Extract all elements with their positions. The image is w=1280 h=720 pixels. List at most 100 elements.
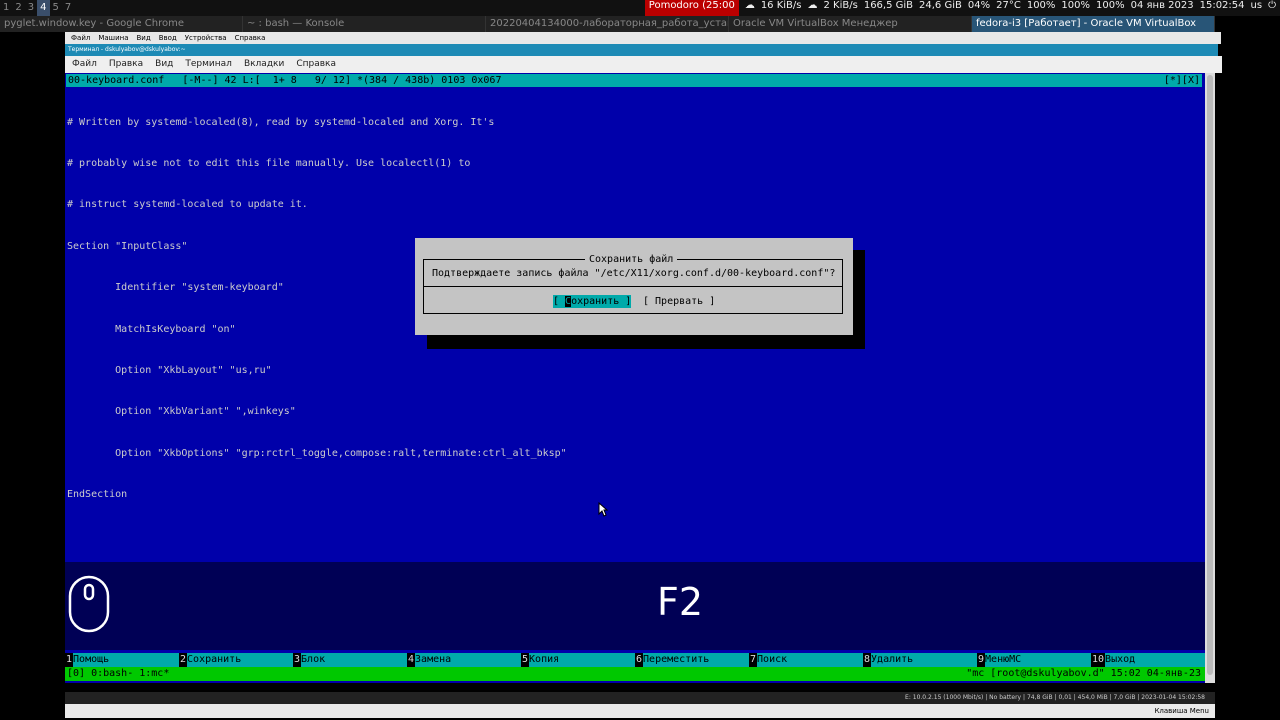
workspace-button[interactable]: 1 xyxy=(0,0,12,16)
status-blocks: Pomodoro (25:00 ☁ 16 KiB/s ☁ 2 KiB/s 166… xyxy=(644,0,1280,16)
disk1-value: 166,5 GiB xyxy=(863,0,914,11)
fkey-number: 8 xyxy=(863,653,872,667)
fkey-number: 3 xyxy=(293,653,302,667)
save-button[interactable]: [ Сохранить ] xyxy=(553,295,632,308)
fkey-number: 5 xyxy=(521,653,530,667)
file-line: Option "XkbVariant" ",winkeys" xyxy=(67,406,296,418)
save-button-bracket: [ xyxy=(553,296,566,307)
term-menu-terminal[interactable]: Терминал xyxy=(185,56,232,73)
mouse-pointer-icon xyxy=(598,502,608,517)
file-line: EndSection xyxy=(67,489,128,501)
fkey-number: 6 xyxy=(635,653,644,667)
net-up-icon: ☁ xyxy=(807,0,818,11)
temp-value: 27°C xyxy=(996,0,1021,11)
guest-status-bar: E: 10.0.2.15 (1000 Mbit/s) | No battery … xyxy=(65,692,1215,704)
fkey-label: Помощь xyxy=(73,653,179,667)
workspace-list: 123457 xyxy=(0,0,74,16)
fkey-number: 9 xyxy=(977,653,986,667)
power-icon[interactable]: ⏻ xyxy=(1268,0,1276,16)
fkey-menu[interactable]: 9 МенюMC xyxy=(977,653,1091,667)
tab-chrome[interactable]: pyglet.window.key - Google Chrome xyxy=(0,16,243,32)
volume-value: 100% xyxy=(1026,0,1056,11)
fkey-number: 7 xyxy=(749,653,758,667)
fkey-block[interactable]: 3 Блок xyxy=(293,653,407,667)
terminal-menubar: Файл Правка Вид Терминал Вкладки Справка xyxy=(65,56,1222,73)
dialog-message: Подтверждаете запись файла "/etc/X11/xor… xyxy=(432,268,836,279)
workspace-button[interactable]: 5 xyxy=(50,0,62,16)
fkey-label: Поиск xyxy=(757,653,863,667)
editor-status-line: 00-keyboard.conf [-M--] 42 L:[ 1+ 8 9/ 1… xyxy=(66,74,1202,87)
fkey-exit[interactable]: 10 Выход xyxy=(1091,653,1205,667)
fkey-move[interactable]: 6 Переместить xyxy=(635,653,749,667)
term-menu-tabs[interactable]: Вкладки xyxy=(244,56,284,73)
workspace-button[interactable]: 4 xyxy=(37,0,50,16)
cpu-value: 04% xyxy=(967,0,991,11)
vbox-menu-view[interactable]: Вид xyxy=(137,32,151,44)
workspace-button[interactable]: 7 xyxy=(62,0,74,16)
pressed-key-label: F2 xyxy=(656,580,704,624)
term-menu-help[interactable]: Справка xyxy=(296,56,336,73)
disk2-value: 24,6 GiB xyxy=(919,0,962,11)
mouse-icon xyxy=(68,575,110,633)
scrollbar-thumb[interactable] xyxy=(1207,75,1213,675)
fkey-number: 1 xyxy=(65,653,74,667)
clock-value: 15:02:54 xyxy=(1199,0,1245,11)
fkey-label: Копия xyxy=(529,653,635,667)
fkey-number: 2 xyxy=(179,653,188,667)
dialog-divider xyxy=(423,286,843,287)
dialog-title: Сохранить файл xyxy=(585,253,678,266)
tmux-status-bar: [0] 0:bash- 1:mc* "mc [root@dskulyabov.d… xyxy=(65,667,1205,681)
fkey-number: 4 xyxy=(407,653,416,667)
workspace-button[interactable]: 2 xyxy=(12,0,24,16)
pomodoro-timer[interactable]: Pomodoro (25:00 xyxy=(644,0,739,16)
tmux-status-right: "mc [root@dskulyabov.d" 15:02 04-янв-23 xyxy=(966,668,1201,679)
vbox-menu-machine[interactable]: Машина xyxy=(98,32,128,44)
term-menu-view[interactable]: Вид xyxy=(155,56,173,73)
file-line: Option "XkbLayout" "us,ru" xyxy=(67,364,272,376)
terminal-title-bar: Терминал - dskulyabov@dskulyabov:~ xyxy=(65,44,1218,56)
fkey-search[interactable]: 7 Поиск xyxy=(749,653,863,667)
vbox-menu-input[interactable]: Ввод xyxy=(159,32,177,44)
net-up-value: 2 KiB/s xyxy=(823,0,858,11)
tmux-window-list[interactable]: [0] 0:bash- 1:mc* xyxy=(67,667,169,681)
file-line: # instruct systemd-localed to update it. xyxy=(67,199,308,211)
file-line: # probably wise not to edit this file ma… xyxy=(67,157,471,169)
virtualbox-status-bar: Клавиша Menu xyxy=(65,704,1215,718)
date-value: 04 янв 2023 xyxy=(1130,0,1194,11)
fkey-label: Удалить xyxy=(871,653,977,667)
fkey-copy[interactable]: 5 Копия xyxy=(521,653,635,667)
tab-fedora-vm[interactable]: fedora-i3 [Работает] - Oracle VM Virtual… xyxy=(972,16,1215,32)
abort-button[interactable]: [ Прервать ] xyxy=(643,295,715,308)
workspace-button[interactable]: 3 xyxy=(25,0,37,16)
term-menu-file[interactable]: Файл xyxy=(72,56,97,73)
fkey-delete[interactable]: 8 Удалить xyxy=(863,653,977,667)
fkey-help[interactable]: 1 Помощь xyxy=(65,653,179,667)
fkey-label: Блок xyxy=(301,653,407,667)
vbox-menu-devices[interactable]: Устройства xyxy=(185,32,227,44)
vbox-menu-file[interactable]: Файл xyxy=(71,32,90,44)
file-line: # Written by systemd-localed(8), read by… xyxy=(67,116,495,128)
tab-konsole[interactable]: ~ : bash — Konsole xyxy=(243,16,486,32)
fkey-save[interactable]: 2 Сохранить xyxy=(179,653,293,667)
i3-top-bar: 123457 Pomodoro (25:00 ☁ 16 KiB/s ☁ 2 Ki… xyxy=(0,0,1280,16)
save-button-label: охранить ] xyxy=(571,296,632,307)
fkey-label: Сохранить xyxy=(187,653,293,667)
window-tab-bar: pyglet.window.key - Google Chrome ~ : ba… xyxy=(0,16,1215,32)
fkey-number: 10 xyxy=(1091,653,1106,667)
mic-value: 100% xyxy=(1096,0,1125,11)
editor-window-buttons[interactable]: [*][X] xyxy=(1164,74,1200,87)
tab-document[interactable]: 20220404134000-лабораторная_работа_устан… xyxy=(486,16,729,32)
term-menu-edit[interactable]: Правка xyxy=(109,56,143,73)
tab-vbox-manager[interactable]: Oracle VM VirtualBox Менеджер xyxy=(729,16,972,32)
fkey-label: Замена xyxy=(415,653,521,667)
fkey-label: Переместить xyxy=(643,653,749,667)
guest-status-text: E: 10.0.2.15 (1000 Mbit/s) | No battery … xyxy=(905,694,1205,701)
vbox-menu-help[interactable]: Справка xyxy=(235,32,266,44)
function-key-bar: 1 Помощь 2 Сохранить 3 Блок 4 Замена 5 Копия … xyxy=(65,653,1205,667)
fkey-label: МенюMC xyxy=(985,653,1091,667)
keyboard-layout[interactable]: us xyxy=(1251,0,1263,16)
host-key-label[interactable]: Клавиша Menu xyxy=(1154,704,1209,718)
net-down-value: 16 KiB/s xyxy=(760,0,802,11)
fkey-replace[interactable]: 4 Замена xyxy=(407,653,521,667)
battery-value: 100% xyxy=(1061,0,1091,11)
